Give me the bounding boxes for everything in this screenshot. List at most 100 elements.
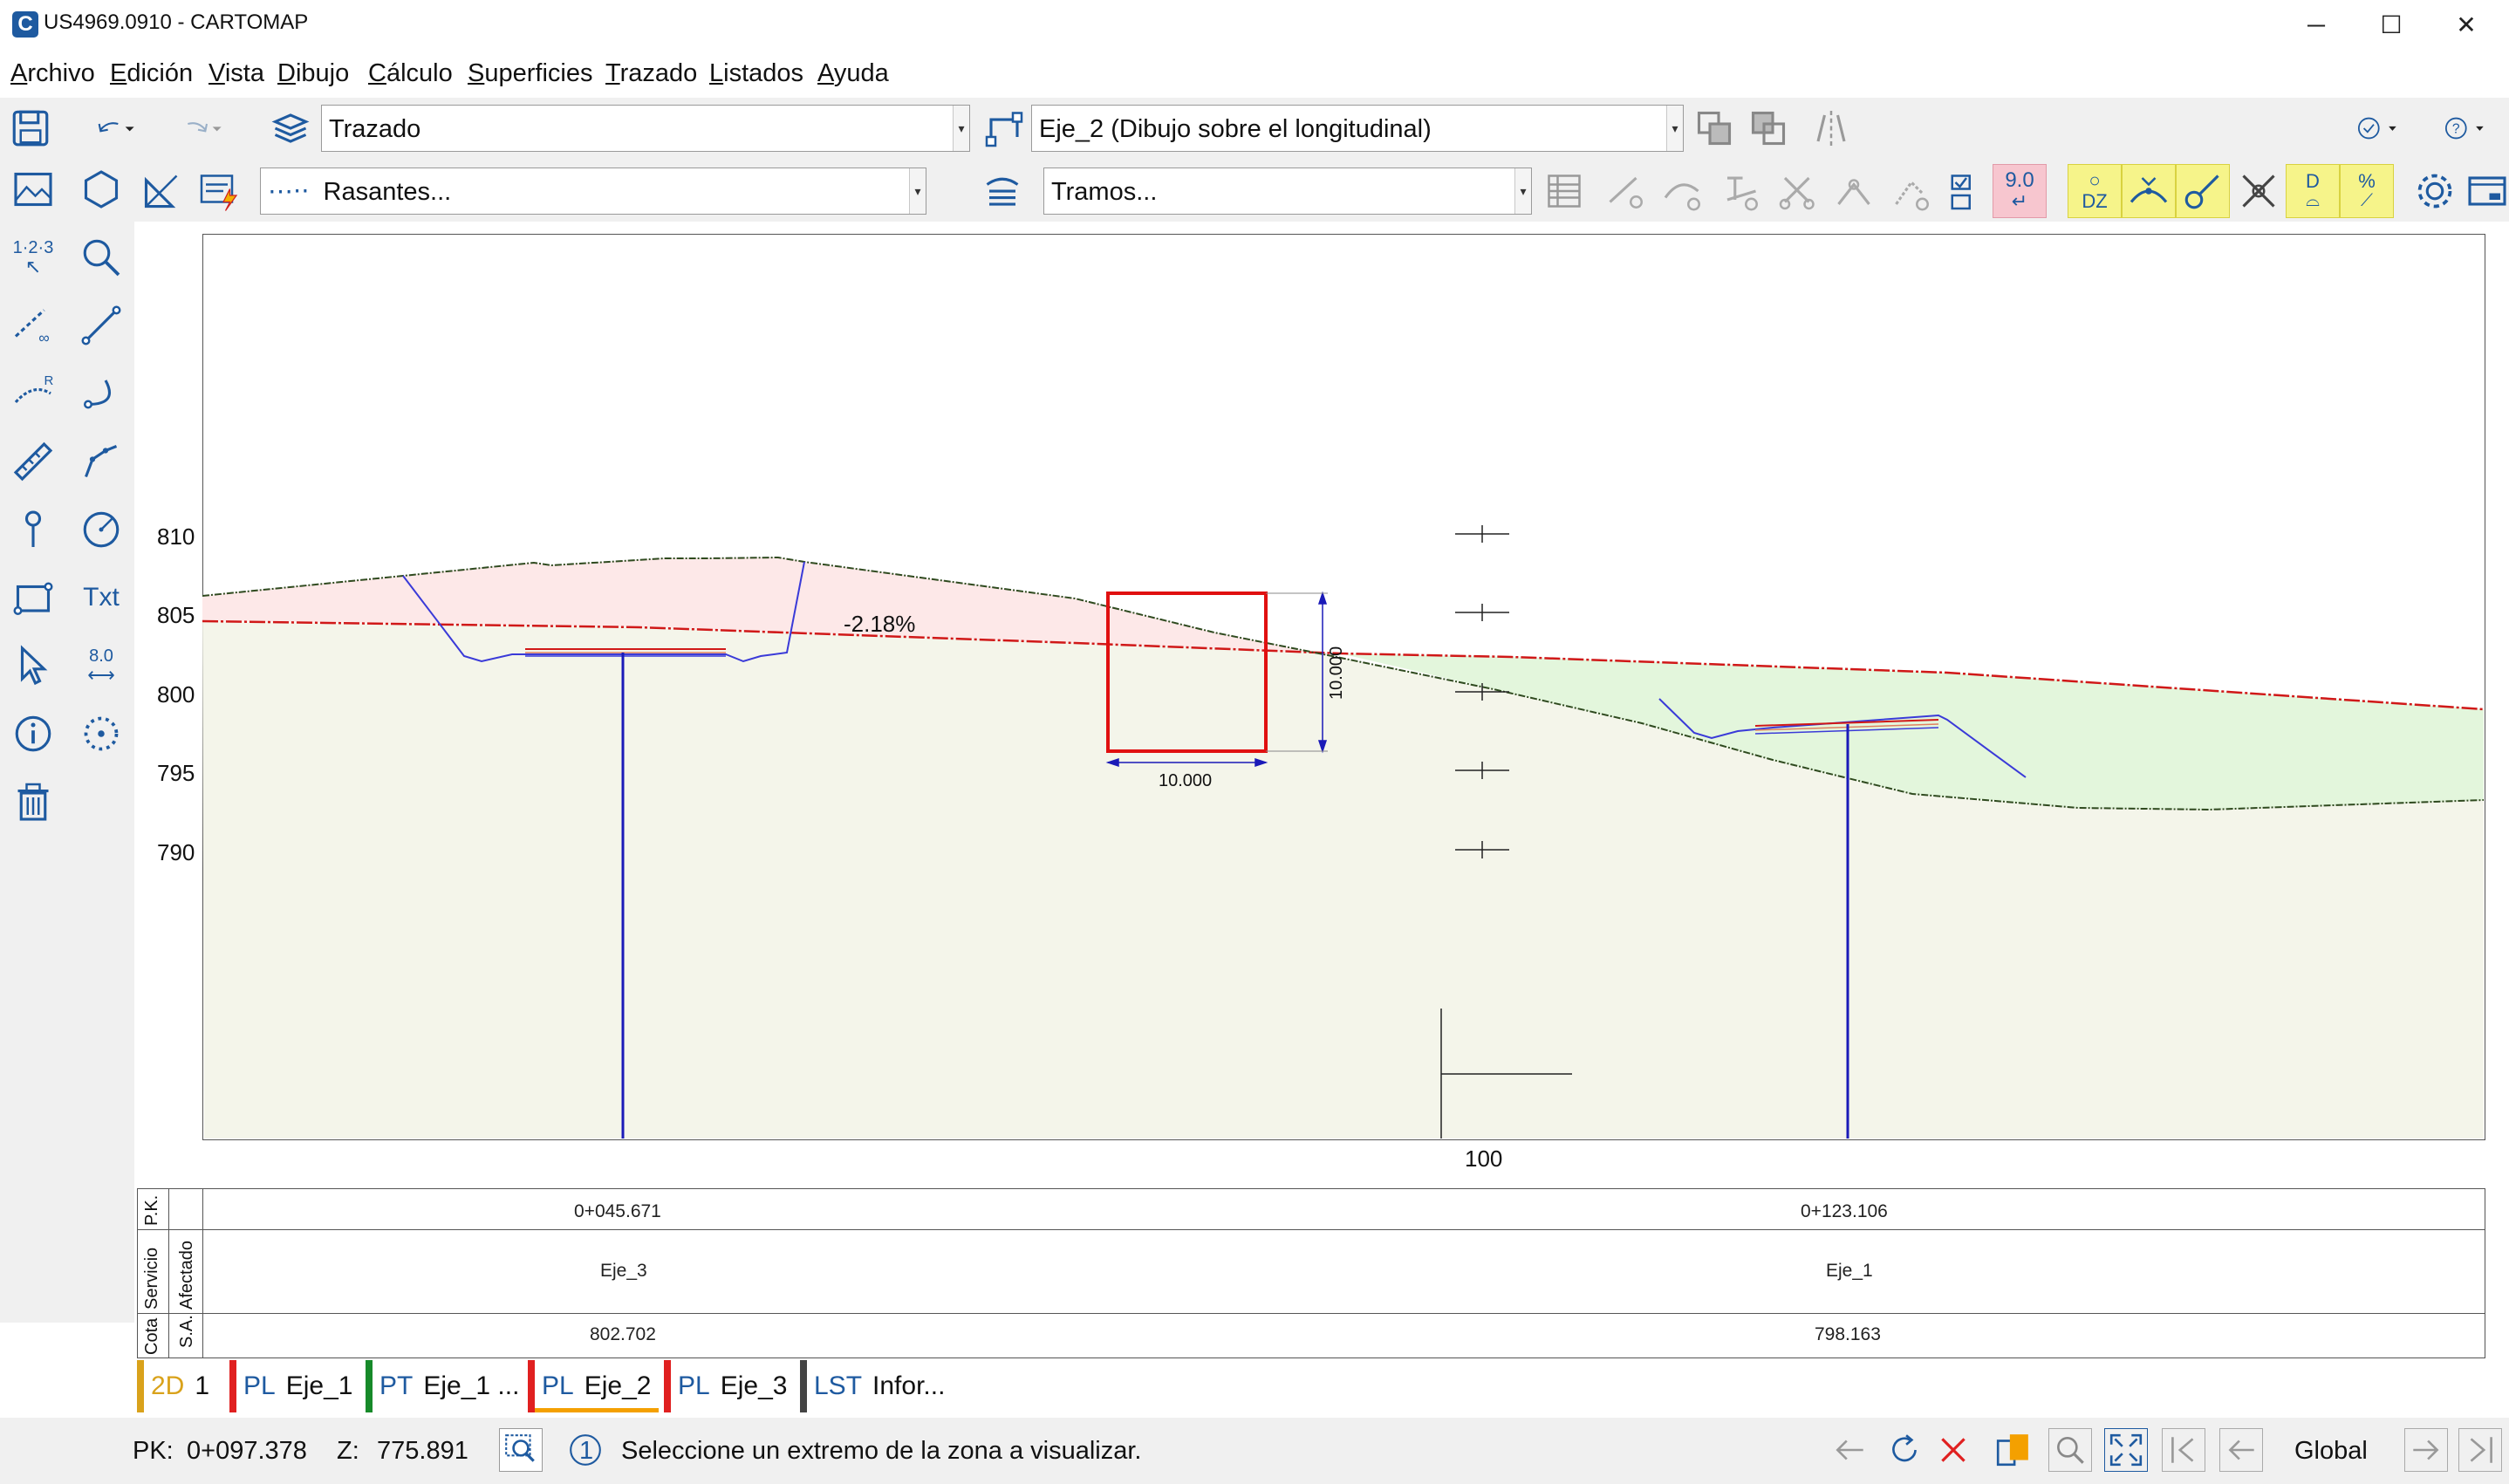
menu-vista[interactable]: Vista [209,59,264,88]
longitudinal-profile[interactable]: -2.18% 10.000 10.000 [202,234,2485,1140]
intersection-icon[interactable] [2232,164,2286,218]
circle-radius-icon[interactable]: R [5,366,61,421]
chevron-down-icon[interactable]: ▾ [1666,106,1683,151]
insert-point-icon[interactable] [1713,164,1767,218]
polygon-icon[interactable] [73,162,129,216]
tramos-list-icon[interactable] [975,164,1029,218]
last-page-icon[interactable] [2458,1428,2502,1472]
percent-button[interactable]: % ⟋ [2340,164,2394,218]
chevron-down-icon[interactable]: ▾ [953,106,969,151]
dz-button[interactable]: ○ DZ [2068,164,2122,218]
zoom-window-icon[interactable] [499,1428,543,1472]
pk-label: PK: [133,1437,174,1465]
insert-vertex-icon[interactable] [1598,164,1652,218]
zoom-extents-icon[interactable] [2104,1428,2148,1472]
tab-pl-eje3[interactable]: PL Eje_3 [664,1360,795,1412]
join-icon[interactable] [1827,164,1881,218]
arrow-left-icon[interactable] [1829,1428,1872,1472]
insert-curve-icon[interactable] [1656,164,1710,218]
copy-pages-icon[interactable] [1991,1428,2034,1472]
menu-listados[interactable]: Listados [709,59,803,88]
view-mode-label[interactable]: Global [2294,1437,2368,1466]
arc-icon[interactable] [73,366,129,421]
chevron-down-icon[interactable]: ▾ [909,168,926,214]
prev-page-icon[interactable] [2219,1428,2263,1472]
rasantes-combo[interactable]: ⋯⋅⋅ Rasantes... ▾ [260,168,926,215]
menu-calculo[interactable]: Cálculo [368,59,453,88]
first-page-icon[interactable] [2162,1428,2205,1472]
layer-combo[interactable]: Trazado ▾ [321,105,970,152]
z-value: 775.891 [377,1437,468,1465]
scatter-circle-icon[interactable] [73,707,129,761]
generate-profile-icon[interactable] [192,164,246,218]
slope-icon: ⟋ [2361,191,2373,210]
symmetry-icon[interactable] [1804,101,1858,155]
redo-icon[interactable] [167,101,237,155]
close-button[interactable]: ✕ [2429,0,2504,51]
infinite-line-icon[interactable]: ∞ [5,298,61,352]
menu-trazado[interactable]: Trazado [605,59,697,88]
numbering-button[interactable]: 1·2·3 ↖ [5,230,61,284]
status-message: Seleccione un extremo de la zona a visua… [621,1437,1142,1465]
minimize-button[interactable]: ─ [2279,0,2354,51]
chevron-down-icon[interactable]: ▾ [1514,168,1531,214]
save-icon[interactable] [3,101,58,155]
tab-2d[interactable]: 2D 1 [137,1360,224,1412]
layers-icon[interactable] [263,101,318,155]
tab-pt-eje1[interactable]: PT Eje_1 ... [366,1360,523,1412]
undo-icon[interactable] [80,101,150,155]
menu-superficies[interactable]: Superficies [468,59,592,88]
tab-pl-eje1[interactable]: PL Eje_1 [229,1360,360,1412]
measure-button[interactable]: 8.0 ⟷ [73,639,129,693]
zoom-search-icon[interactable] [73,230,129,284]
cancel-x-icon[interactable] [1931,1428,1975,1472]
menu-edicion[interactable]: Edición [110,59,193,88]
menu-archivo[interactable]: Archivo [10,59,95,88]
axis-combo[interactable]: Eje_2 (Dibujo sobre el longitudinal) ▾ [1031,105,1684,152]
line-icon[interactable] [73,298,129,352]
table-icon[interactable] [1537,164,1591,218]
zoom-icon[interactable] [2048,1428,2092,1472]
y-axis-label: 795 [157,760,195,786]
next-page-icon[interactable] [2404,1428,2448,1472]
rasantes-combo-value: Rasantes... [323,178,452,206]
help-icon[interactable]: ? [2425,101,2506,155]
polyline-icon[interactable] [73,434,129,489]
pin-icon[interactable] [5,503,61,557]
guitar-pk-cell: 0+045.671 [574,1201,661,1221]
rasante-line-icon: ⋯⋅⋅ [268,178,310,206]
panel-icon[interactable] [2460,164,2509,218]
image-icon[interactable] [5,162,61,216]
axis-select-icon[interactable] [977,101,1031,155]
value-edit-button[interactable]: 9.0 ↵ [1993,164,2047,218]
measure-label: 8.0 [89,646,113,666]
menu-dibujo[interactable]: Dibujo [277,59,349,88]
checklist-icon[interactable] [1940,164,1984,218]
select-pointer-icon[interactable] [5,639,61,693]
tab-pl-eje2-active[interactable]: PL Eje_2 [528,1360,659,1412]
info-icon[interactable] [5,707,61,761]
vertex-curve-icon[interactable] [2122,164,2176,218]
ruler-icon[interactable] [5,434,61,489]
trash-icon[interactable] [5,775,61,829]
ruler-triangle-icon[interactable] [134,164,188,218]
guitar-cota-cell: 802.702 [590,1324,656,1344]
delete-vertex-icon[interactable] [1884,164,1938,218]
d-distance-button[interactable]: D ⌓ [2286,164,2340,218]
circle-icon[interactable] [73,503,129,557]
tangent-line-icon[interactable] [2176,164,2230,218]
check-icon[interactable] [2338,101,2418,155]
refresh-icon[interactable] [1883,1428,1926,1472]
text-tool-button[interactable]: Txt [73,571,129,625]
tramos-combo[interactable]: Tramos... ▾ [1043,168,1532,215]
left-toolbar: 1·2·3 ↖ ∞ R Txt 8.0 ⟷ [0,161,134,1323]
text-tool-label: Txt [83,583,120,612]
rectangle-icon[interactable] [5,571,61,625]
send-back-icon[interactable] [1741,101,1795,155]
bring-front-icon[interactable] [1687,101,1741,155]
maximize-button[interactable]: ☐ [2354,0,2429,51]
menu-ayuda[interactable]: Ayuda [817,59,889,88]
cut-icon[interactable] [1771,164,1825,218]
settings-gear-icon[interactable] [2408,164,2462,218]
tab-lst-informe[interactable]: LST Infor... [800,1360,971,1412]
